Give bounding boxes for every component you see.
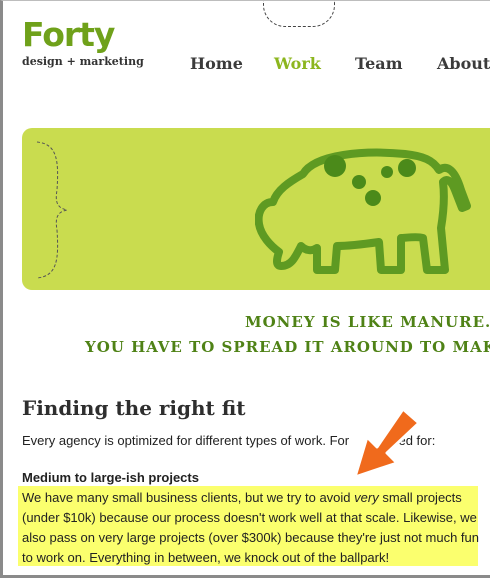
nav-home[interactable]: Home	[190, 54, 243, 73]
section-paragraph: We have many small business clients, but…	[22, 488, 482, 568]
intro-text: Every agency is optimized for different …	[22, 433, 350, 448]
logo-name[interactable]: Forty	[22, 18, 144, 51]
section-subheading: Medium to large-ish projects	[22, 470, 199, 485]
para-emphasis: very	[354, 490, 379, 505]
nav-about[interactable]: About	[437, 54, 490, 73]
nav-work[interactable]: Work	[274, 54, 321, 73]
banner-bracket	[36, 141, 68, 279]
banner-quote-line2: YOU HAVE TO SPREAD IT AROUND TO MAKE	[85, 338, 490, 356]
para-part-1: We have many small business clients, but…	[22, 490, 355, 505]
section-heading: Finding the right fit	[22, 396, 246, 420]
nav-team[interactable]: Team	[355, 54, 403, 73]
banner-quote-line1: MONEY IS LIKE MANURE.	[245, 313, 490, 331]
pointer-arrow-icon	[353, 407, 421, 479]
cow-illustration	[255, 148, 471, 274]
tab-notch	[263, 0, 335, 27]
main-nav: Home Work Team About	[0, 54, 490, 78]
